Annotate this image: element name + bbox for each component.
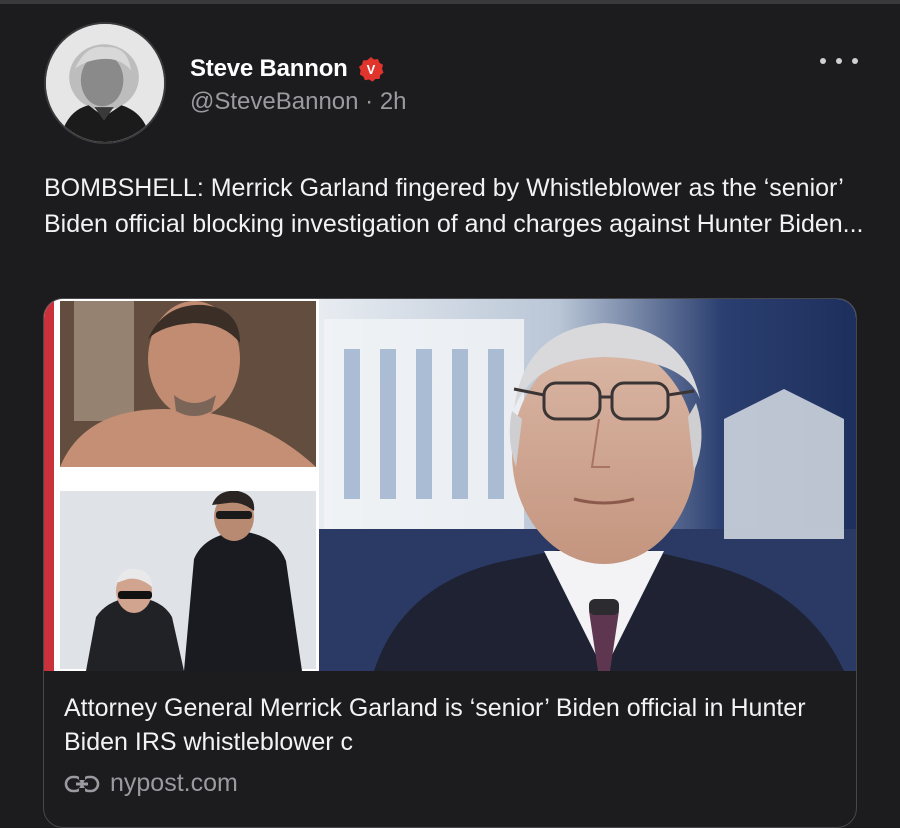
more-options-button[interactable] <box>818 48 860 74</box>
link-preview-source[interactable]: nypost.com <box>64 769 238 798</box>
link-preview-card[interactable]: Attorney General Merrick Garland is ‘sen… <box>43 298 857 828</box>
verified-badge-icon: V <box>358 57 384 82</box>
link-preview-image <box>44 299 856 671</box>
news-collage-image <box>44 299 856 671</box>
post-text: BOMBSHELL: Merrick Garland fingered by W… <box>44 174 864 238</box>
author-name-row: Steve Bannon V <box>190 55 384 83</box>
link-preview-title[interactable]: Attorney General Merrick Garland is ‘sen… <box>64 691 824 759</box>
link-domain: nypost.com <box>110 769 238 797</box>
more-dots-icon <box>820 58 826 64</box>
post: Steve Bannon V @SteveBannon · 2h BOMBSHE… <box>0 0 900 828</box>
link-icon <box>64 774 100 793</box>
meta-separator: · <box>365 88 374 115</box>
author-handle[interactable]: @SteveBannon <box>190 88 358 115</box>
more-dots-icon <box>836 58 842 64</box>
avatar-photo <box>46 24 164 142</box>
post-time[interactable]: 2h <box>380 88 407 115</box>
display-name[interactable]: Steve Bannon <box>190 55 348 83</box>
more-dots-icon <box>852 58 858 64</box>
avatar[interactable] <box>44 22 166 144</box>
author-meta: @SteveBannon · 2h <box>190 88 407 116</box>
verified-badge-letter: V <box>366 62 375 77</box>
